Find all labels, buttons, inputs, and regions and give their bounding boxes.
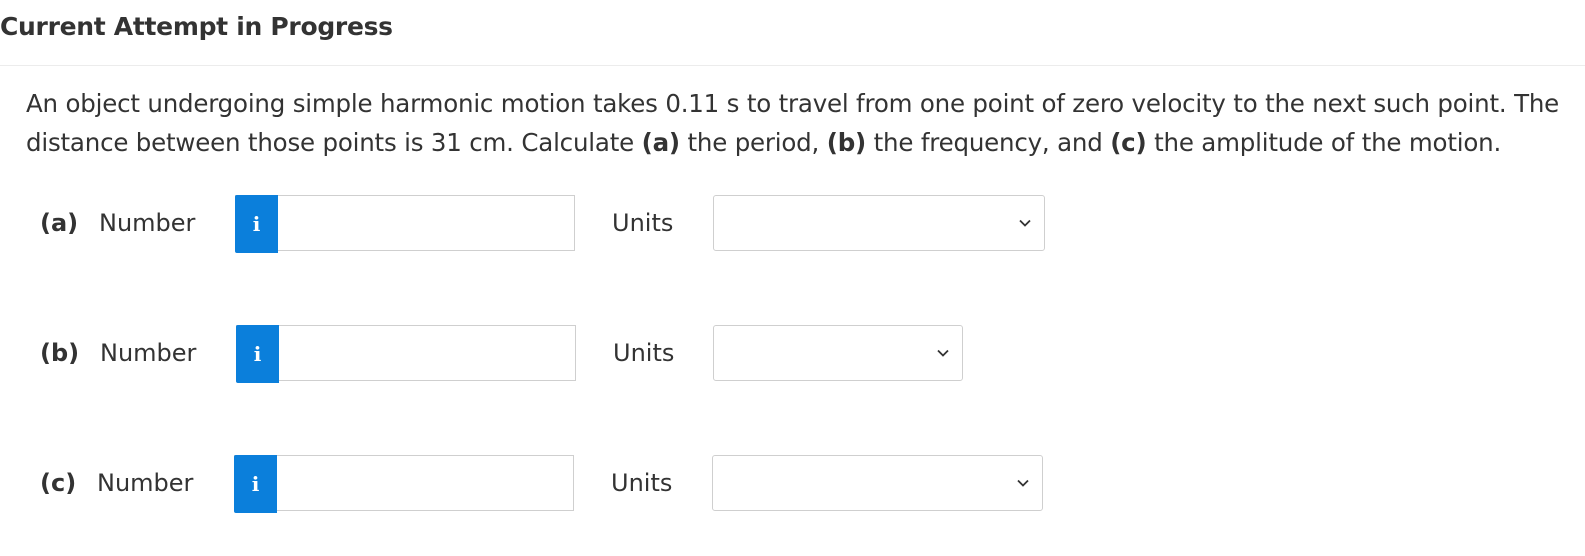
info-icon[interactable]: i	[235, 195, 278, 253]
number-input-c[interactable]	[279, 458, 573, 510]
info-icon[interactable]: i	[234, 455, 277, 513]
number-label-c: Number	[97, 469, 194, 497]
units-select-c[interactable]	[712, 455, 1043, 511]
number-input-a[interactable]	[280, 198, 574, 250]
question-part-b-marker: (b)	[826, 128, 867, 157]
number-input-group-c: i	[234, 455, 574, 513]
question-part-b-text: the frequency, and	[866, 128, 1111, 157]
part-label-a: (a)	[40, 209, 79, 237]
question-part-c-marker: (c)	[1110, 128, 1147, 157]
number-input-group-a: i	[235, 195, 575, 253]
units-select-a[interactable]	[713, 195, 1045, 251]
units-select-b[interactable]	[713, 325, 963, 381]
question-part-a-text: the period,	[679, 128, 827, 157]
number-label-a: Number	[99, 209, 196, 237]
number-input-group-b: i	[236, 325, 576, 383]
part-label-c: (c)	[40, 469, 77, 497]
part-label-b: (b)	[40, 339, 80, 367]
question-text: An object undergoing simple harmonic mot…	[26, 84, 1571, 162]
chevron-down-icon	[1017, 479, 1029, 487]
units-label-b: Units	[613, 339, 675, 367]
info-icon[interactable]: i	[236, 325, 279, 383]
page-title: Current Attempt in Progress	[0, 12, 393, 41]
question-part-a-marker: (a)	[641, 128, 681, 157]
units-label-c: Units	[611, 469, 673, 497]
header-divider	[0, 65, 1585, 66]
chevron-down-icon	[937, 349, 949, 357]
chevron-down-icon	[1019, 219, 1031, 227]
number-label-b: Number	[100, 339, 197, 367]
number-input-b[interactable]	[281, 328, 575, 380]
units-label-a: Units	[612, 209, 674, 237]
question-part-c-text: the amplitude of the motion.	[1146, 128, 1502, 157]
